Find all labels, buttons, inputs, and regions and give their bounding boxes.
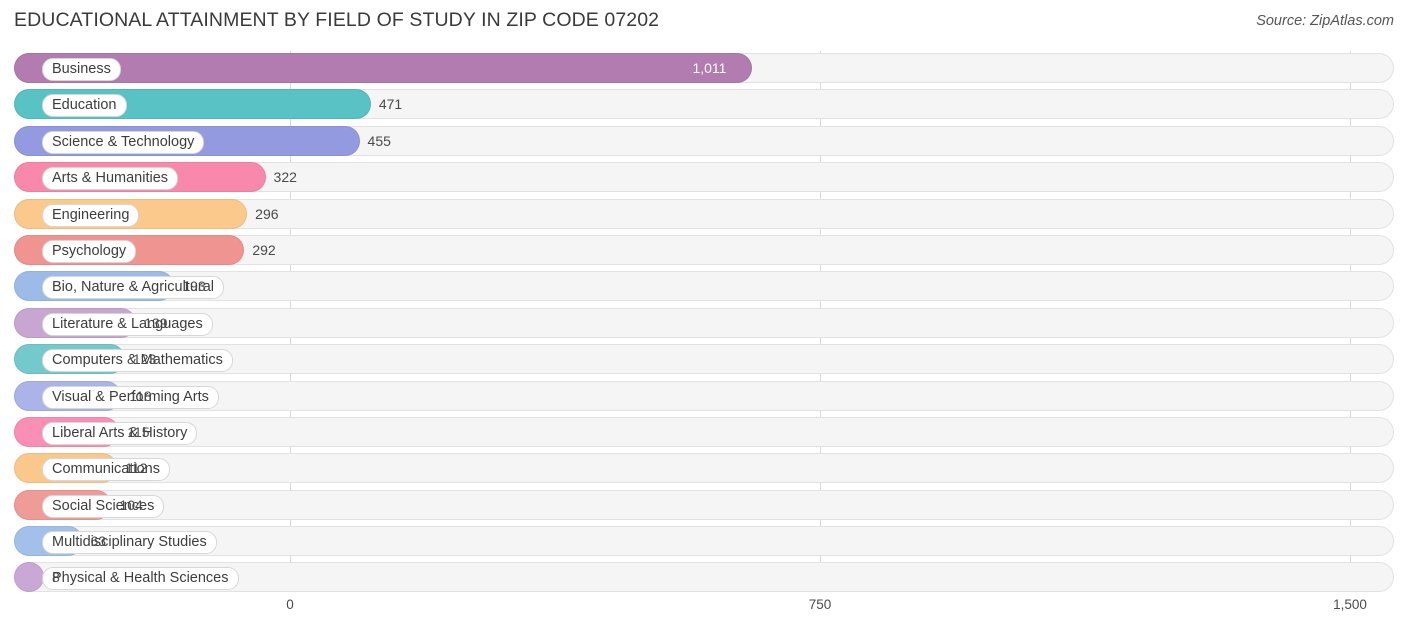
bar-category-label: Literature & Languages — [42, 312, 213, 336]
bar-row: Psychology 292 — [14, 233, 1394, 269]
bar-category-label: Social Sciences — [42, 494, 165, 518]
bar[interactable] — [14, 53, 753, 83]
bar-row: Social Sciences 104 — [14, 488, 1394, 524]
bar-value-label: 292 — [252, 241, 276, 258]
page-title: EDUCATIONAL ATTAINMENT BY FIELD OF STUDY… — [14, 9, 660, 31]
bar-row: Liberal Arts & History 115 — [14, 415, 1394, 451]
bar-value-label: 455 — [367, 132, 391, 149]
bar-value-label: 296 — [255, 205, 279, 222]
bar-row: Physical & Health Sciences 8 — [14, 560, 1394, 596]
bar-row: Arts & Humanities 322 — [14, 160, 1394, 196]
bar-category-label: Business — [42, 58, 121, 81]
bar-value-label: 104 — [119, 496, 143, 513]
bar-row: Visual & Performing Arts 118 — [14, 379, 1394, 415]
bar-value-label: 63 — [90, 533, 107, 550]
bar-category-label: Science & Technology — [42, 130, 205, 154]
bar-value-label: 193 — [182, 278, 206, 295]
bar-value-label: 8 — [52, 569, 60, 586]
bar-category-label: Liberal Arts & History — [42, 421, 198, 445]
bar-category-label: Multidisciplinary Studies — [42, 531, 217, 555]
bar-value-label: 123 — [132, 351, 157, 368]
bar-row: Business 1,011 — [14, 51, 1394, 87]
bar-value-label: 139 — [144, 314, 168, 331]
bar-row: Communications 112 — [14, 451, 1394, 487]
bar-value-label: 1,011 — [692, 60, 727, 76]
bar-value-label: 322 — [273, 169, 297, 186]
bar-track — [14, 526, 1394, 557]
chart-container: EDUCATIONAL ATTAINMENT BY FIELD OF STUDY… — [0, 0, 1406, 631]
bar-category-label: Engineering — [42, 203, 140, 227]
x-axis: 0 750 1,500 — [14, 597, 1394, 619]
x-axis-tick: 1,500 — [1333, 597, 1367, 612]
bar-category-label: Physical & Health Sciences — [42, 567, 239, 591]
bar-category-label: Psychology — [42, 239, 137, 263]
bar-rows: Business 1,011 Education 471 Science & Techn… — [14, 51, 1394, 597]
bar-track — [14, 453, 1394, 484]
source-label: Source: ZipAtlas.com — [1256, 13, 1394, 29]
bar-track — [14, 380, 1394, 411]
x-axis-tick: 0 — [286, 597, 294, 612]
plot-area: Business 1,011 Education 471 Science & Techn… — [14, 51, 1394, 612]
bar-track — [14, 489, 1394, 520]
bar-row: Engineering 296 — [14, 197, 1394, 233]
bar-category-label: Communications — [42, 458, 170, 482]
bar-value-label: 471 — [378, 96, 403, 113]
bar-row: Education 471 — [14, 87, 1394, 123]
bar-category-label: Arts & Humanities — [42, 167, 179, 191]
bar-value-label: 118 — [129, 387, 152, 404]
x-axis-tick: 750 — [808, 597, 832, 612]
bar-row: Bio, Nature & Agricultural 193 — [14, 269, 1394, 305]
bar-row: Science & Technology 455 — [14, 124, 1394, 160]
bar-value-label: 112 — [125, 460, 148, 477]
bar-row: Computers & Mathematics 123 — [14, 342, 1394, 378]
bar-track — [14, 307, 1394, 338]
bar-row: Multidisciplinary Studies 63 — [14, 524, 1394, 560]
bar-track — [14, 416, 1394, 447]
bar-category-label: Education — [42, 94, 127, 118]
bar-value-label: 115 — [127, 423, 150, 440]
bar-row: Literature & Languages 139 — [14, 306, 1394, 342]
